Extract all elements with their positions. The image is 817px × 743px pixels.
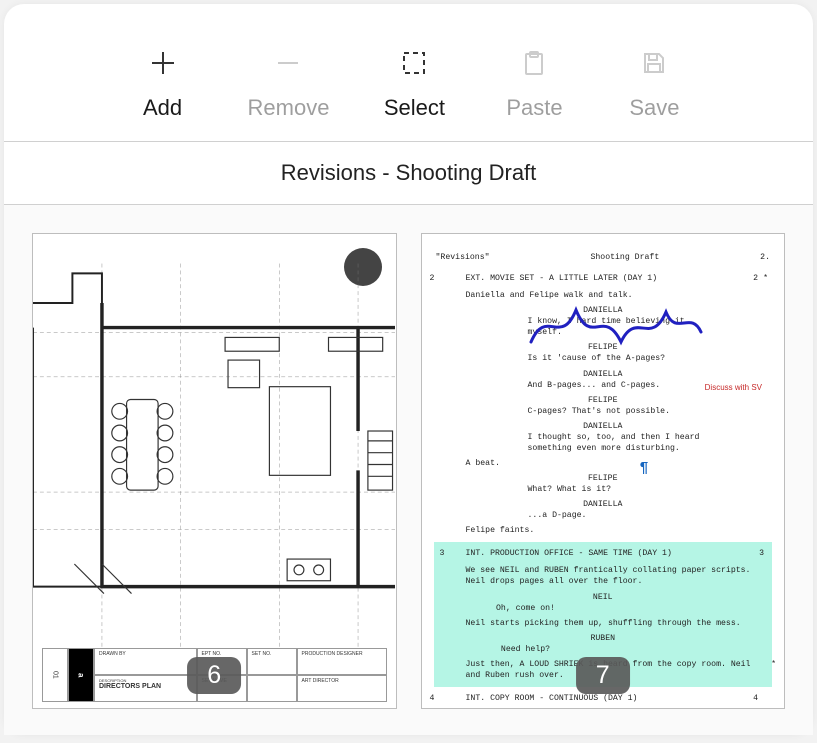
save-button[interactable]: Save bbox=[619, 49, 689, 121]
select-button[interactable]: Select bbox=[379, 49, 449, 121]
script-header-center: Shooting Draft bbox=[590, 252, 659, 263]
sheet-number: 01 bbox=[42, 648, 68, 702]
remove-label: Remove bbox=[248, 95, 330, 121]
add-button[interactable]: Add bbox=[128, 49, 198, 121]
save-icon bbox=[640, 49, 668, 77]
logo-cell: a bbox=[68, 648, 94, 702]
app-window: Add Remove Select Paste Save R bbox=[4, 4, 813, 735]
toolbar: Add Remove Select Paste Save bbox=[4, 4, 813, 141]
paste-button[interactable]: Paste bbox=[499, 49, 569, 121]
clipboard-icon bbox=[520, 49, 548, 77]
select-icon bbox=[400, 49, 428, 77]
plus-icon bbox=[149, 49, 177, 77]
select-label: Select bbox=[384, 95, 445, 121]
page-number-badge: 6 bbox=[187, 657, 241, 694]
minus-icon bbox=[274, 49, 302, 77]
floorplan-drawing bbox=[33, 234, 395, 648]
script-header-right: 2. bbox=[760, 252, 770, 263]
page-number-badge: 7 bbox=[576, 657, 630, 694]
pilcrow-icon: ¶ bbox=[640, 459, 649, 479]
script-page: "Revisions" Shooting Draft 2. 2 2 * EXT.… bbox=[436, 252, 771, 690]
annotation-text: Discuss with SV bbox=[705, 383, 762, 394]
page-title: Revisions - Shooting Draft bbox=[4, 142, 813, 204]
remove-button[interactable]: Remove bbox=[248, 49, 330, 121]
page-thumbnail-6[interactable]: 01 a DRAWN BY DESCRIPTIONDIRECTORS PLAN … bbox=[32, 233, 397, 709]
page-thumbnail-7[interactable]: "Revisions" Shooting Draft 2. 2 2 * EXT.… bbox=[421, 233, 786, 709]
add-label: Add bbox=[143, 95, 182, 121]
page-thumbnails: 01 a DRAWN BY DESCRIPTIONDIRECTORS PLAN … bbox=[4, 205, 813, 735]
paste-label: Paste bbox=[506, 95, 562, 121]
save-label: Save bbox=[629, 95, 679, 121]
script-header-left: "Revisions" bbox=[436, 252, 490, 263]
